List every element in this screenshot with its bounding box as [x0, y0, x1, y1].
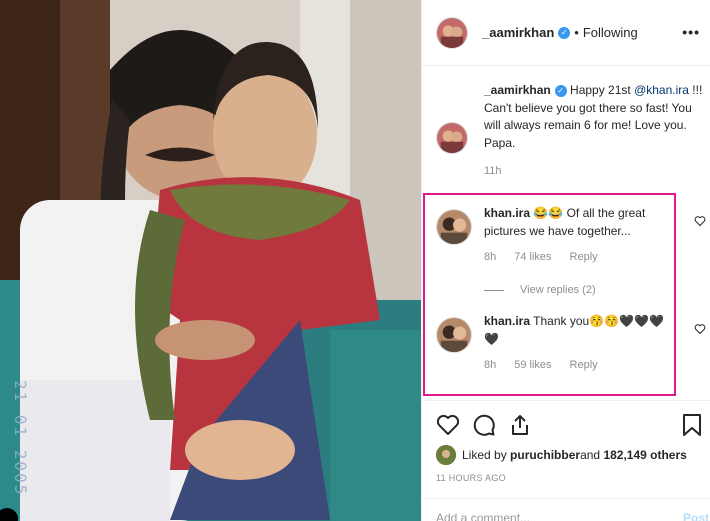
like-heart-icon[interactable]: [436, 413, 460, 437]
post-timestamp[interactable]: 11 HOURS AGO: [436, 473, 506, 483]
photo-illustration: [0, 0, 421, 521]
post-comment-button[interactable]: Post: [683, 511, 709, 521]
verified-badge-icon: ✓: [558, 26, 571, 39]
caption-verified-icon: ✓: [554, 84, 567, 97]
author-avatar[interactable]: [436, 16, 468, 49]
caption-text: _aamirkhan ✓ Happy 21st @khan.ira !!! Can…: [484, 82, 706, 152]
caption-author-avatar[interactable]: [436, 122, 468, 154]
photo-date-stamp: 21 01 2005: [11, 380, 30, 497]
author-username[interactable]: _aamirkhan: [482, 25, 554, 40]
action-icons-row: [436, 413, 703, 439]
post-photo[interactable]: 21 01 2005: [0, 0, 421, 521]
caption-text-start: Happy 21st: [566, 83, 635, 97]
liked-by-middle: and: [580, 448, 601, 462]
liked-by-prefix: Liked by: [462, 448, 507, 462]
liker-avatar[interactable]: [436, 445, 456, 465]
liked-by-user[interactable]: puruchibber: [510, 448, 580, 462]
add-comment-bar: Add a comment... Post: [422, 498, 710, 521]
add-comment-input[interactable]: Add a comment...: [436, 511, 530, 521]
post-caption: _aamirkhan ✓ Happy 21st @khan.ira !!! Can…: [436, 82, 706, 177]
comment-like-heart-icon[interactable]: [694, 215, 706, 227]
following-button[interactable]: Following: [583, 25, 638, 40]
liked-by-count[interactable]: 182,149 others: [603, 448, 686, 462]
liked-by: Liked by puruchibber and 182,149 others: [436, 445, 687, 465]
save-bookmark-icon[interactable]: [681, 413, 703, 437]
header-separator: •: [574, 25, 579, 40]
caption-time: 11h: [484, 165, 502, 177]
comment-like-heart-icon[interactable]: [694, 323, 706, 335]
caption-mention-link[interactable]: @khan.ira: [634, 83, 689, 97]
caption-username[interactable]: _aamirkhan: [484, 83, 551, 97]
share-icon[interactable]: [508, 413, 532, 437]
more-options-icon[interactable]: •••: [682, 24, 700, 40]
post-actions-section: Liked by puruchibber and 182,149 others …: [422, 400, 710, 521]
comment-bubble-icon[interactable]: [472, 413, 496, 437]
comments-highlight-box: [423, 193, 676, 396]
post-header: _aamirkhan ✓ • Following •••: [422, 0, 710, 66]
